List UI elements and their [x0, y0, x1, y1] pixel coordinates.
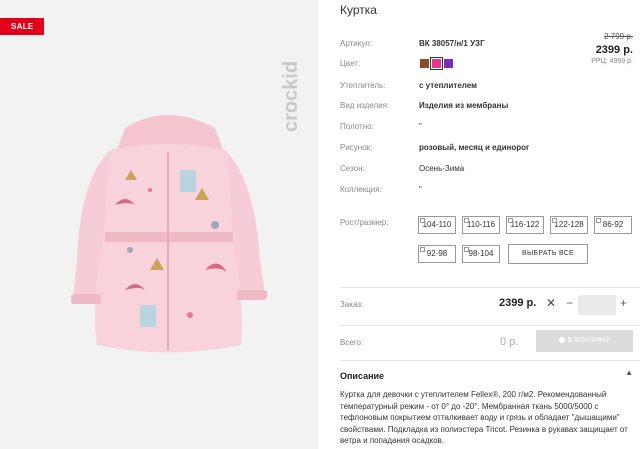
attr-value: с утеплителем: [419, 81, 478, 90]
size-option[interactable]: 110-116: [462, 216, 500, 234]
jacket-image: [71, 115, 267, 353]
color-swatch-pink[interactable]: [430, 57, 443, 70]
description-title[interactable]: Описание: [340, 371, 384, 381]
attr-value: ": [419, 122, 422, 131]
size-option[interactable]: 86-92: [594, 216, 632, 234]
attr-row-fabric: Полотно: ": [340, 121, 640, 135]
brand-logo-text: crockid: [280, 61, 302, 132]
total-price: 0 р.: [500, 336, 519, 348]
attr-label: Сезон:: [340, 164, 365, 173]
attr-row-article: Артикул: ВК 38057/н/1 УЗГ: [340, 38, 640, 52]
description-text: Куртка для девочки с утеплителем Fellex®…: [340, 390, 628, 445]
attr-label: Вид изделия:: [340, 101, 390, 110]
size-option[interactable]: 92-98: [418, 245, 456, 263]
sizes-label: Рост/размер:: [340, 218, 389, 227]
attr-label: Полотно:: [340, 122, 374, 131]
attr-row-collection: Коллекция: ": [340, 184, 640, 198]
attr-row-type: Вид изделия: Изделия из мембраны: [340, 100, 640, 114]
chevron-up-icon[interactable]: ▲: [625, 368, 633, 377]
quantity-input[interactable]: [578, 295, 616, 315]
divider: [340, 287, 640, 288]
product-image-panel: SALE crockid: [0, 0, 318, 449]
attr-label: Утеплитель:: [340, 81, 386, 90]
attr-label: Цвет:: [340, 59, 361, 68]
attr-label: Рисунок:: [340, 143, 373, 152]
attr-label: Артикул:: [340, 39, 373, 48]
order-price: 2399 р.: [499, 297, 537, 309]
attr-row-season: Сезон: Осень-Зима: [340, 163, 640, 177]
cart-icon: [558, 337, 565, 343]
attr-row-color: Цвет:: [340, 57, 640, 72]
size-selector: 104-110 110-116 116-122 122-128 86-92 92…: [418, 216, 638, 268]
sale-badge: SALE: [0, 18, 44, 35]
attr-row-insulation: Утеплитель: с утеплителем: [340, 80, 640, 94]
size-option[interactable]: 122-128: [550, 216, 588, 234]
color-swatch-brown[interactable]: [420, 59, 429, 68]
attr-value: ВК 38057/н/1 УЗГ: [419, 39, 485, 48]
order-label: Заказ:: [340, 300, 364, 309]
attr-label: Коллекция:: [340, 185, 382, 194]
size-option[interactable]: 104-110: [418, 216, 456, 234]
select-all-sizes-button[interactable]: ВЫБРАТЬ ВСЕ: [508, 244, 588, 264]
remove-icon[interactable]: ✕: [546, 296, 556, 310]
quantity-minus-button[interactable]: −: [566, 296, 573, 310]
product-details: Куртка 2 799 р. 2399 р. РРЦ: 4999 р. Арт…: [340, 0, 640, 449]
size-option[interactable]: 116-122: [506, 216, 544, 234]
attr-value: ": [419, 185, 422, 194]
color-swatch-purple[interactable]: [444, 59, 453, 68]
quantity-plus-button[interactable]: +: [620, 296, 627, 310]
attr-value: розовый, месяц и единорог: [419, 143, 530, 152]
total-label: Всего:: [340, 338, 364, 347]
attr-value: Изделия из мембраны: [419, 101, 509, 110]
product-title: Куртка: [340, 3, 377, 17]
attr-value: Осень-Зима: [419, 164, 465, 173]
attr-row-pattern: Рисунок: розовый, месяц и единорог: [340, 142, 640, 156]
add-to-cart-label: В КОРЗИНУ: [567, 337, 611, 344]
divider: [340, 325, 640, 326]
size-option[interactable]: 98-104: [462, 245, 500, 263]
add-to-cart-button[interactable]: В КОРЗИНУ: [536, 330, 633, 352]
divider: [340, 360, 640, 361]
